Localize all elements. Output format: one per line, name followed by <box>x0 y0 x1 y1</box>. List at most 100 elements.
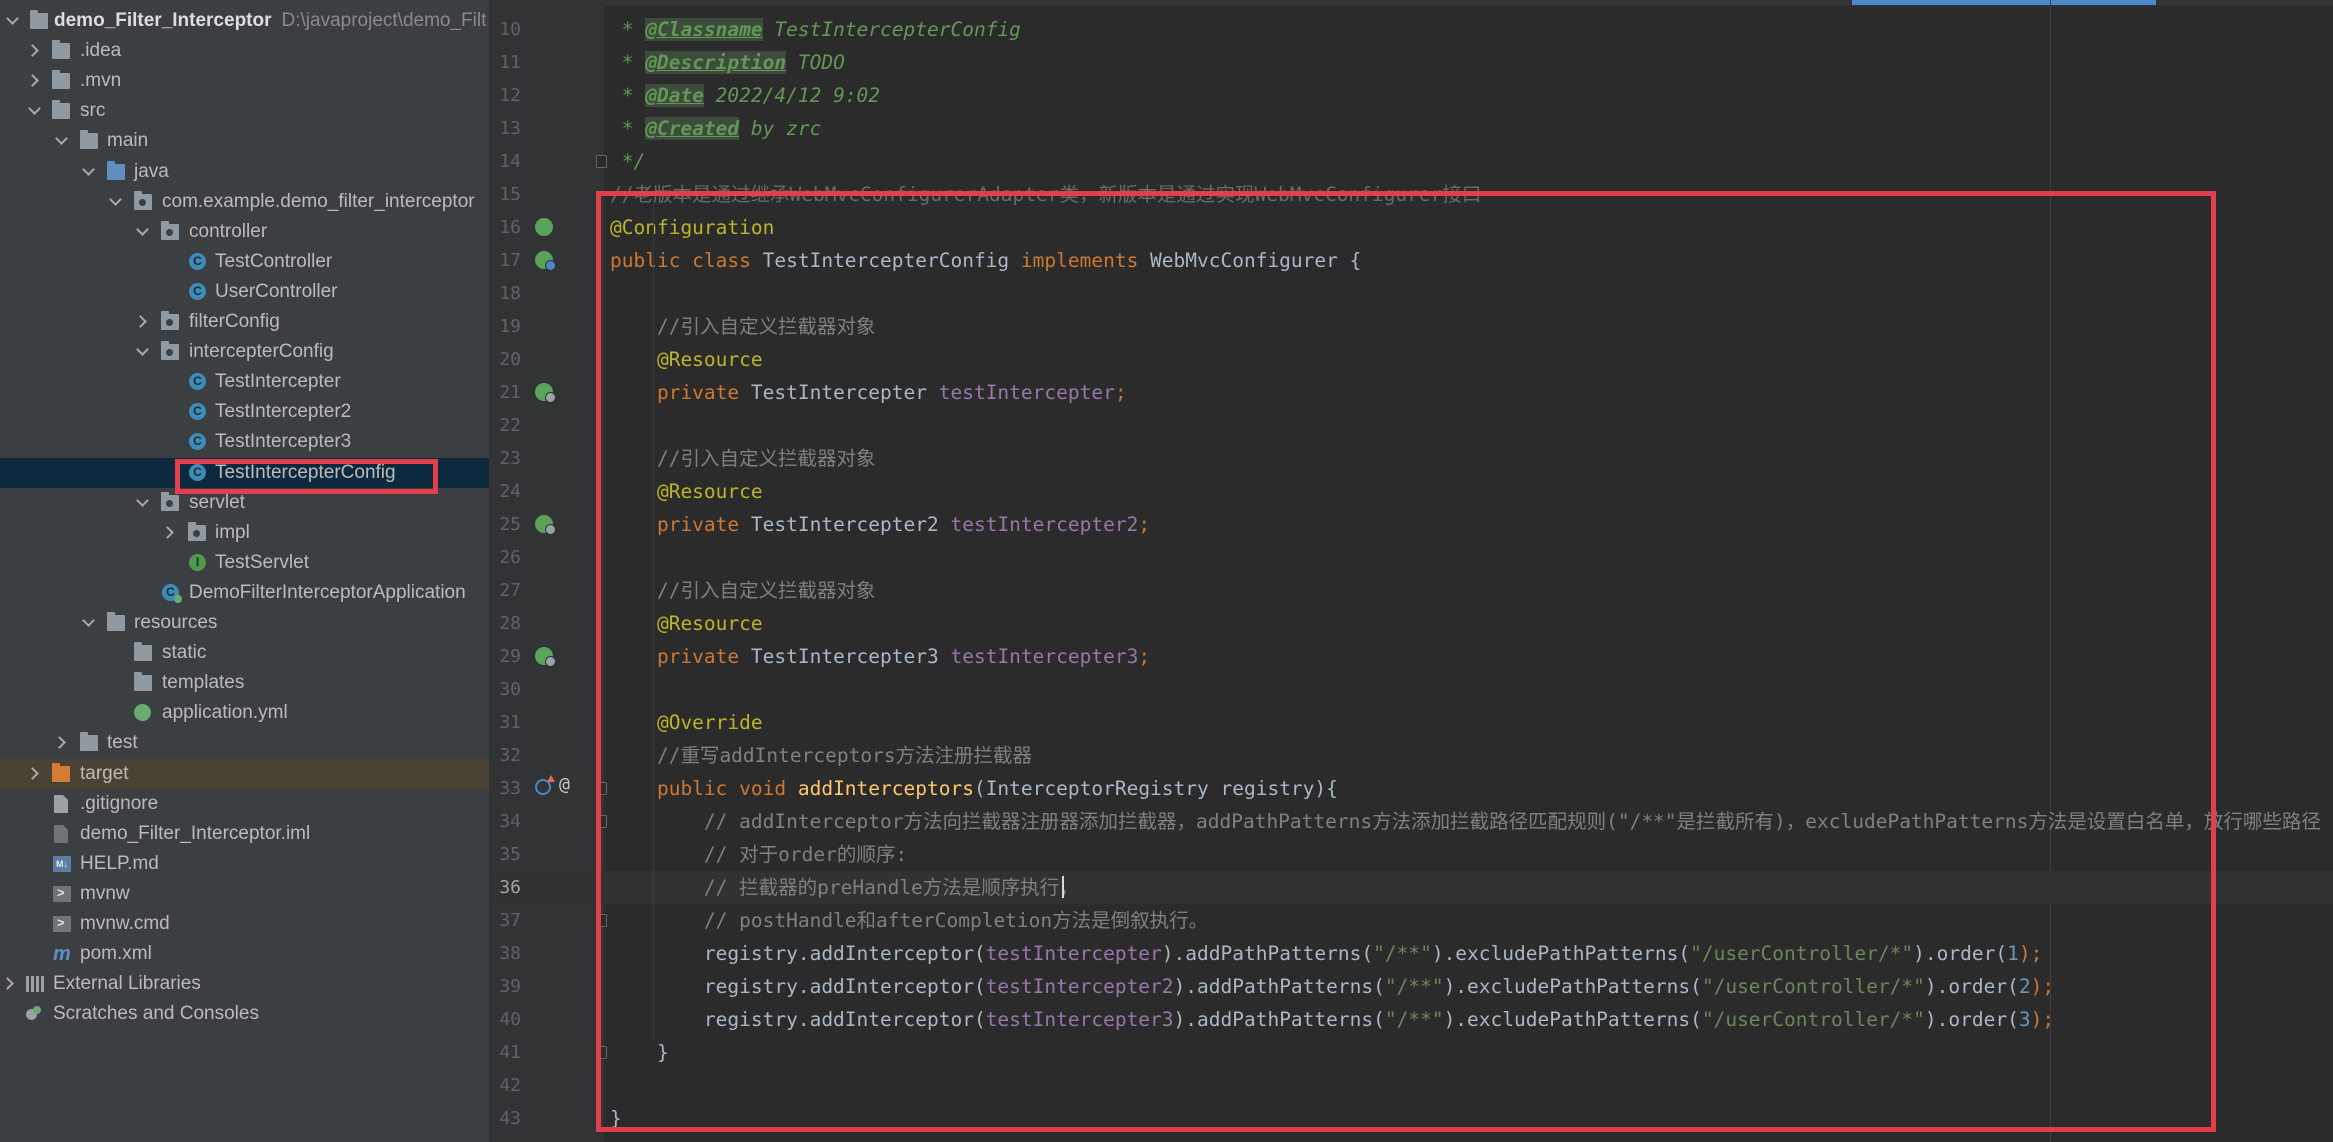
code-line[interactable]: 16 @Configuration <box>489 211 2333 244</box>
chevron-down-icon[interactable] <box>28 96 42 126</box>
code-line[interactable]: 13 * @Created by zrc <box>489 112 2333 145</box>
tree-item-idea[interactable]: .idea <box>0 36 489 66</box>
line-number: 43 <box>499 1108 521 1129</box>
chevron-right-icon[interactable] <box>136 307 150 337</box>
spring-bean-icon[interactable] <box>535 251 556 271</box>
code-line[interactable]: 28 @Resource <box>489 607 2333 640</box>
tree-item-intercepterconfig[interactable]: intercepterConfig <box>0 337 489 367</box>
code-line[interactable]: 21 private TestIntercepter testIntercept… <box>489 376 2333 409</box>
tree-item-testintercepter[interactable]: TestIntercepter <box>0 367 489 397</box>
code-line[interactable]: 38 registry.addInterceptor(testIntercept… <box>489 937 2333 970</box>
code-line[interactable]: 17 public class TestIntercepterConfig imp… <box>489 244 2333 277</box>
tree-item-gitignore[interactable]: .gitignore <box>0 789 489 819</box>
tree-item-test[interactable]: test <box>0 728 489 758</box>
code-line[interactable]: 14 */ <box>489 145 2333 178</box>
fold-marker-icon[interactable] <box>596 815 607 828</box>
tree-item-mvn[interactable]: .mvn <box>0 66 489 96</box>
tree-item-src[interactable]: src <box>0 96 489 126</box>
tree-item-java[interactable]: java <box>0 157 489 187</box>
tree-item-testservlet[interactable]: TestServlet <box>0 548 489 578</box>
tree-item-testintercepter2[interactable]: TestIntercepter2 <box>0 397 489 427</box>
code-line[interactable]: 32 //重写addInterceptors方法注册拦截器 <box>489 739 2333 772</box>
tree-item-controller[interactable]: controller <box>0 217 489 247</box>
code-line[interactable]: 26 <box>489 541 2333 574</box>
injected-bean-icon[interactable] <box>535 647 556 667</box>
spring-config-icon[interactable] <box>535 218 553 236</box>
tree-item-package-root[interactable]: com.example.demo_filter_interceptor <box>0 187 489 217</box>
code-token: ); <box>2030 1008 2055 1031</box>
code-editor[interactable]: 10 * @Classname TestIntercepterConfig 11 … <box>489 0 2333 1142</box>
chevron-right-icon[interactable] <box>55 728 69 758</box>
injected-bean-icon[interactable] <box>535 383 556 403</box>
code-line[interactable]: 27 //引入自定义拦截器对象 <box>489 574 2333 607</box>
fold-marker-icon[interactable] <box>596 1046 607 1059</box>
code-line[interactable]: 25 private TestIntercepter2 testIntercep… <box>489 508 2333 541</box>
tree-item-project-root[interactable]: demo_Filter_Interceptor D:\javaproject\de… <box>0 6 489 36</box>
tree-item-main[interactable]: main <box>0 126 489 156</box>
code-line[interactable]: 19 //引入自定义拦截器对象 <box>489 310 2333 343</box>
tree-item-scratches[interactable]: Scratches and Consoles <box>0 999 489 1029</box>
tree-item-impl[interactable]: impl <box>0 518 489 548</box>
code-line[interactable]: 12 * @Date 2022/4/12 9:02 <box>489 79 2333 112</box>
chevron-down-icon[interactable] <box>109 187 123 217</box>
chevron-down-icon[interactable] <box>82 608 96 638</box>
chevron-right-icon[interactable] <box>28 759 42 789</box>
code-line[interactable]: 40 registry.addInterceptor(testIntercept… <box>489 1003 2333 1036</box>
chevron-down-icon[interactable] <box>82 157 96 187</box>
code-line[interactable]: 20 @Resource <box>489 343 2333 376</box>
code-line[interactable]: 22 <box>489 409 2333 442</box>
code-line[interactable]: 10 * @Classname TestIntercepterConfig <box>489 13 2333 46</box>
chevron-down-icon[interactable] <box>55 126 69 156</box>
tree-item-testintercepterconfig[interactable]: TestIntercepterConfig <box>0 457 489 488</box>
tree-item-application-class[interactable]: DemoFilterInterceptorApplication <box>0 578 489 608</box>
code-line[interactable]: 33 public void addInterceptors(Intercept… <box>489 772 2333 805</box>
tree-item-mvnw-cmd[interactable]: mvnw.cmd <box>0 908 489 939</box>
tree-item-application-yml[interactable]: application.yml <box>0 698 489 728</box>
tree-item-resources[interactable]: resources <box>0 608 489 638</box>
tree-item-iml[interactable]: demo_Filter_Interceptor.iml <box>0 819 489 849</box>
code-line[interactable]: 39 registry.addInterceptor(testIntercept… <box>489 970 2333 1003</box>
chevron-right-icon[interactable] <box>28 66 42 96</box>
code-line[interactable]: 18 <box>489 277 2333 310</box>
fold-marker-icon[interactable] <box>596 914 607 927</box>
chevron-right-icon[interactable] <box>163 518 177 548</box>
tree-item-pom[interactable]: pom.xml <box>0 939 489 969</box>
code-line[interactable]: 36 // 拦截器的preHandle方法是顺序执行， <box>489 871 2333 904</box>
tree-item-testcontroller[interactable]: TestController <box>0 247 489 277</box>
tree-item-external-libraries[interactable]: External Libraries <box>0 969 489 999</box>
tree-item-filterconfig[interactable]: filterConfig <box>0 307 489 337</box>
code-line[interactable]: 42 <box>489 1069 2333 1102</box>
code-line[interactable]: 34 // addInterceptor方法向拦截器注册器添加拦截器，addPa… <box>489 805 2333 838</box>
chevron-down-icon[interactable] <box>6 6 20 36</box>
tree-item-target[interactable]: target <box>0 758 489 789</box>
override-method-icon[interactable] <box>535 775 555 795</box>
chevron-down-icon[interactable] <box>136 337 150 367</box>
chevron-down-icon[interactable] <box>136 217 150 247</box>
code-line[interactable]: 11 * @Description TODO <box>489 46 2333 79</box>
code-line[interactable]: 30 <box>489 673 2333 706</box>
code-line[interactable]: 24 @Resource <box>489 475 2333 508</box>
code-line[interactable]: 41 } <box>489 1036 2333 1069</box>
code-line[interactable]: 37 // postHandle和afterCompletion方法是倒叙执行。 <box>489 904 2333 937</box>
chevron-down-icon[interactable] <box>136 488 150 518</box>
code-line[interactable]: 23 //引入自定义拦截器对象 <box>489 442 2333 475</box>
fold-marker-icon[interactable] <box>596 155 607 168</box>
code-token: public class <box>610 249 763 272</box>
injected-bean-icon[interactable] <box>535 515 556 535</box>
fold-marker-icon[interactable] <box>596 782 607 795</box>
tree-item-templates[interactable]: templates <box>0 668 489 698</box>
code-line[interactable]: 15 //老版本是通过继承WebMvcConfigurerAdapter类，新版本… <box>489 178 2333 211</box>
tree-item-help-md[interactable]: HELP.md <box>0 849 489 879</box>
tree-item-static[interactable]: static <box>0 638 489 668</box>
chevron-right-icon[interactable] <box>28 36 42 66</box>
tree-item-testintercepter3[interactable]: TestIntercepter3 <box>0 427 489 457</box>
code-line[interactable]: 29 private TestIntercepter3 testIntercep… <box>489 640 2333 673</box>
tree-item-mvnw[interactable]: mvnw <box>0 878 489 909</box>
code-line[interactable]: 43} <box>489 1102 2333 1135</box>
tree-item-servlet[interactable]: servlet <box>0 488 489 518</box>
class-icon <box>189 403 206 421</box>
code-line[interactable]: 35 // 对于order的顺序: <box>489 838 2333 871</box>
chevron-right-icon[interactable] <box>3 969 17 999</box>
code-line[interactable]: 31 @Override <box>489 706 2333 739</box>
tree-item-usercontroller[interactable]: UserController <box>0 277 489 307</box>
